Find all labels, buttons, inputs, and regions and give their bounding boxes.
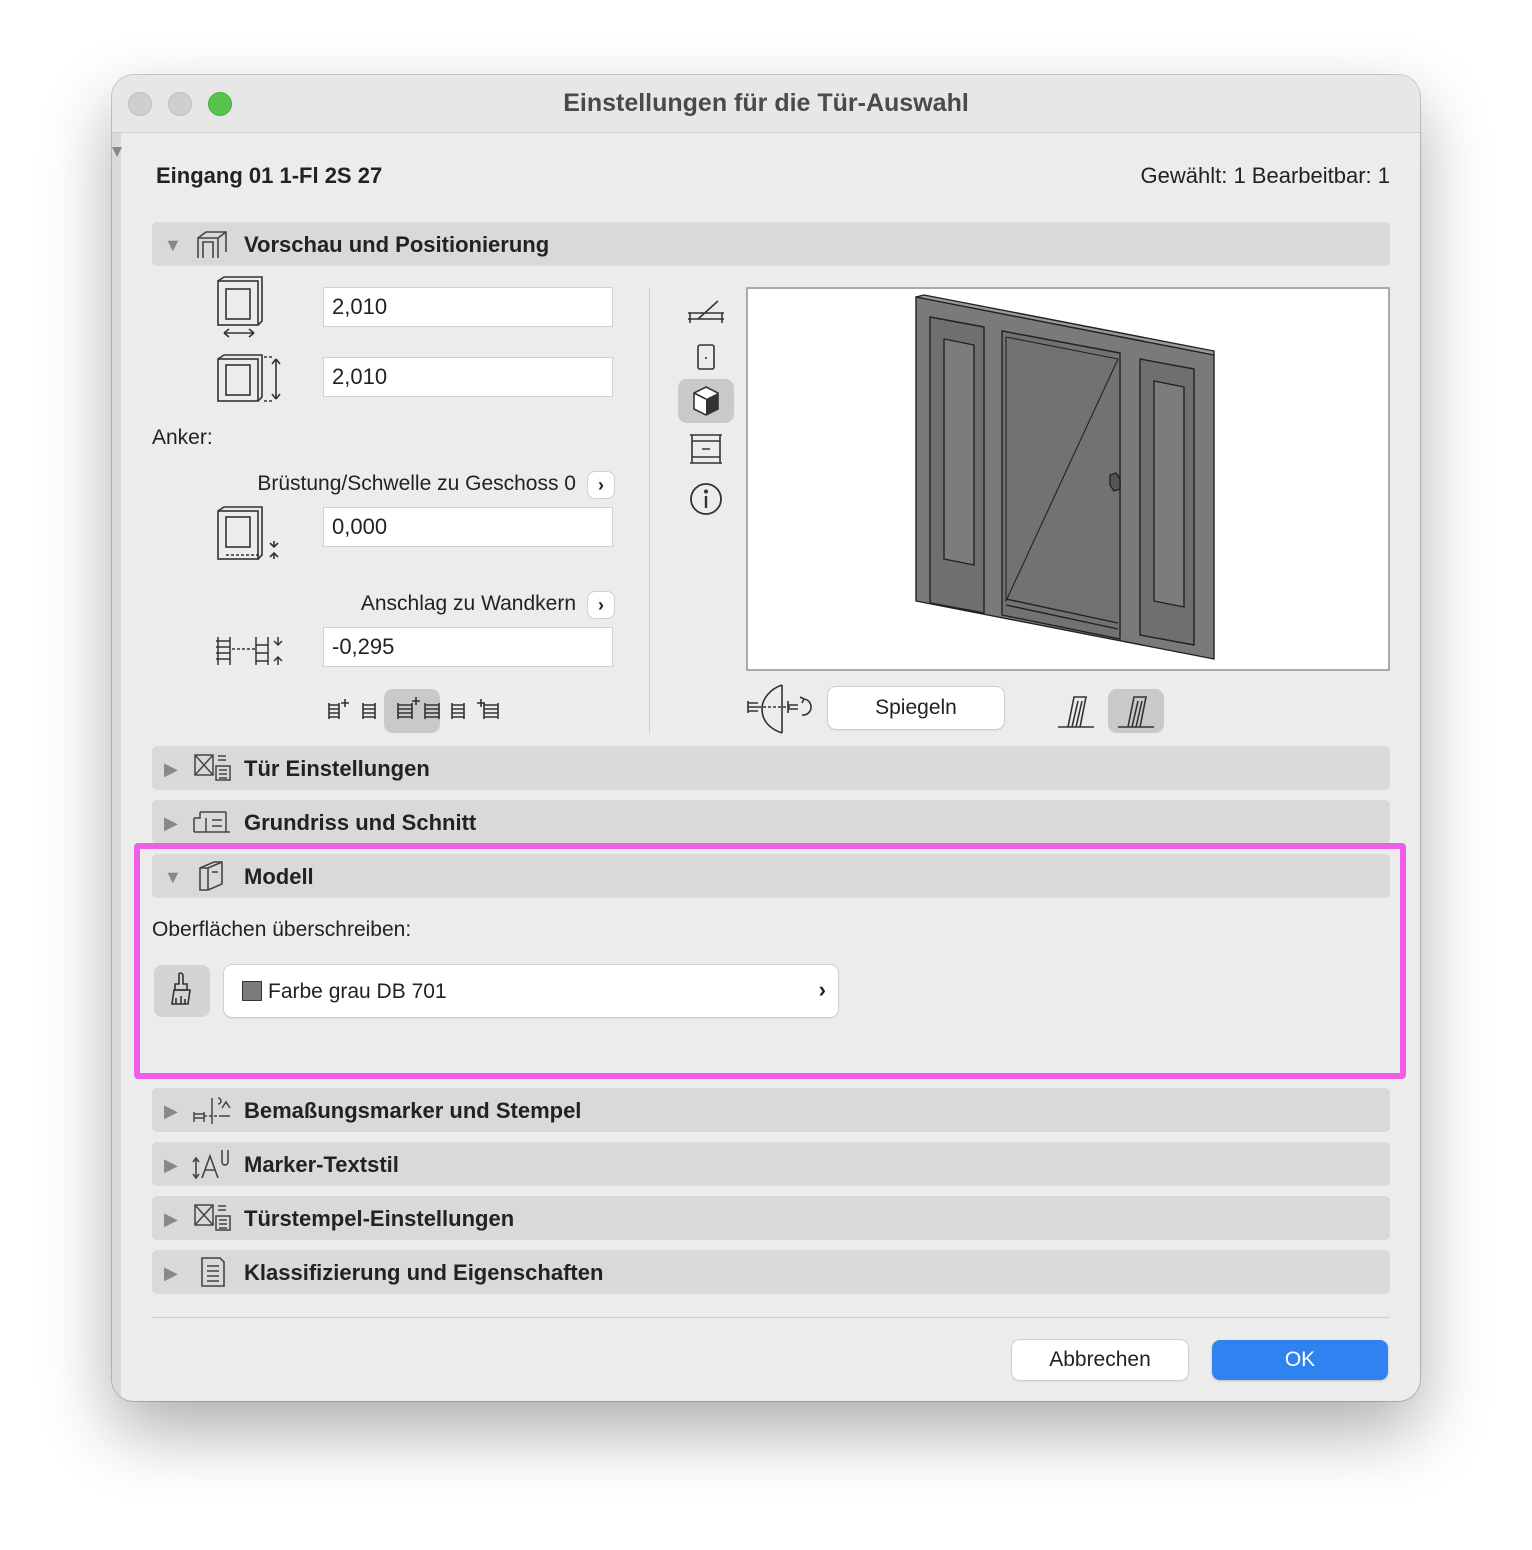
- anchor-custom-icon[interactable]: [476, 695, 502, 725]
- cancel-button[interactable]: Abbrechen: [1012, 1340, 1188, 1380]
- floorplan-section-icon: [192, 806, 232, 838]
- view-3d-icon[interactable]: [678, 379, 734, 423]
- mirror-flip-icon[interactable]: [746, 681, 818, 737]
- document-list-icon: [192, 1256, 232, 1288]
- window-title: Einstellungen für die Tür-Auswahl: [563, 89, 969, 117]
- favorites-drawer-strip[interactable]: [112, 133, 122, 1401]
- disclosure-closed-icon[interactable]: ▶: [164, 1101, 178, 1122]
- view-section-icon[interactable]: [678, 427, 734, 471]
- settings-dialog: Einstellungen für die Tür-Auswahl Eingan…: [112, 75, 1420, 1401]
- section-title: Tür Einstellungen: [244, 756, 430, 781]
- section-marker-text-style[interactable]: ▶ Marker-Textstil: [152, 1142, 1390, 1186]
- section-classification[interactable]: ▶ Klassifizierung und Eigenschaften: [152, 1250, 1390, 1294]
- anchor-wall-interior-icon[interactable]: [448, 695, 470, 725]
- anchor-core-exterior-icon[interactable]: [359, 695, 381, 725]
- info-icon[interactable]: [678, 477, 734, 521]
- highlight-annotation: [134, 843, 1406, 1079]
- disclosure-closed-icon[interactable]: ▶: [164, 1263, 178, 1284]
- width-input[interactable]: 2,010: [323, 287, 613, 327]
- sill-label: Brüstung/Schwelle zu Geschoss 0: [257, 472, 576, 495]
- disclosure-closed-icon[interactable]: ▶: [164, 759, 178, 780]
- section-door-settings[interactable]: ▶ Tür Einstellungen: [152, 746, 1390, 790]
- door-frame-icon: [192, 228, 232, 260]
- title-bar: Einstellungen für die Tür-Auswahl: [112, 75, 1420, 133]
- disclosure-closed-icon[interactable]: ▶: [164, 1155, 178, 1176]
- section-title: Marker-Textstil: [244, 1152, 399, 1177]
- section-dimension-markers[interactable]: ▶ Bemaßungsmarker und Stempel: [152, 1088, 1390, 1132]
- anchor-label: Anker:: [152, 426, 213, 449]
- door-settings-icon: [192, 752, 232, 784]
- sill-input[interactable]: 0,000: [323, 507, 613, 547]
- door-stamp-icon: [192, 1202, 232, 1234]
- ok-button[interactable]: OK: [1212, 1340, 1388, 1380]
- reveal-input[interactable]: -0,295: [323, 627, 613, 667]
- reveal-depth-icon: [212, 631, 288, 671]
- drawer-toggle-icon[interactable]: [112, 147, 122, 157]
- dimension-marker-icon: [192, 1094, 232, 1126]
- sill-options-button[interactable]: ›: [588, 472, 614, 498]
- reveal-label: Anschlag zu Wandkern: [360, 592, 576, 615]
- selection-count: Gewählt: 1 Bearbeitbar: 1: [1140, 163, 1390, 188]
- anchor-wall-exterior-icon[interactable]: [326, 695, 352, 725]
- text-style-icon: [192, 1148, 232, 1180]
- section-title: Grundriss und Schnitt: [244, 810, 477, 835]
- section-title: Bemaßungsmarker und Stempel: [244, 1098, 582, 1123]
- reveal-options-button[interactable]: ›: [588, 592, 614, 618]
- section-floorplan-section[interactable]: ▶ Grundriss und Schnitt: [152, 800, 1390, 844]
- footer-divider: [152, 1317, 1390, 1318]
- disclosure-open-icon[interactable]: ▼: [164, 235, 182, 256]
- disclosure-closed-icon[interactable]: ▶: [164, 813, 178, 834]
- section-title: Klassifizierung und Eigenschaften: [244, 1260, 604, 1285]
- mirror-button[interactable]: Spiegeln: [828, 687, 1004, 729]
- disclosure-closed-icon[interactable]: ▶: [164, 1209, 178, 1230]
- door-width-icon: [212, 275, 268, 341]
- section-title: Vorschau und Positionierung: [244, 232, 550, 257]
- door-3d-preview[interactable]: [746, 287, 1390, 671]
- view-floorplan-icon[interactable]: [678, 289, 734, 333]
- section-preview-positioning[interactable]: ▼ Vorschau und Positionierung: [152, 222, 1390, 266]
- anchor-core-interior-icon[interactable]: [421, 695, 445, 725]
- height-input[interactable]: 2,010: [323, 357, 613, 397]
- section-title: Türstempel-Einstellungen: [244, 1206, 515, 1231]
- opening-view-outside-icon[interactable]: [1054, 689, 1098, 733]
- panel-divider: [649, 288, 650, 733]
- section-door-stamp[interactable]: ▶ Türstempel-Einstellungen: [152, 1196, 1390, 1240]
- door-height-icon: [212, 353, 288, 405]
- element-name: Eingang 01 1-Fl 2S 27: [156, 163, 383, 188]
- sill-height-icon: [212, 503, 288, 565]
- opening-view-inside-icon[interactable]: [1108, 689, 1164, 733]
- view-elevation-icon[interactable]: [678, 335, 734, 379]
